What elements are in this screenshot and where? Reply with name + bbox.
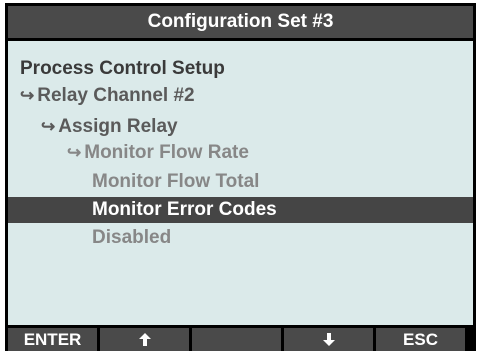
- down-arrow-icon: [322, 333, 335, 346]
- submenu-arrow-icon: ↪: [41, 117, 56, 136]
- menu-root[interactable]: Process Control Setup: [8, 56, 473, 82]
- menu-root-label: Process Control Setup: [20, 58, 225, 79]
- menu-level2[interactable]: ↪ Assign Relay: [8, 114, 473, 140]
- menu-screen: Process Control Setup ↪ Relay Channel #2…: [8, 41, 473, 325]
- up-arrow-icon: [138, 333, 151, 346]
- down-softkey[interactable]: [284, 328, 373, 351]
- menu-option-label: Disabled: [92, 227, 172, 248]
- menu-option-selected[interactable]: Monitor Error Codes: [8, 197, 473, 223]
- title-bar: Configuration Set #3: [8, 6, 473, 38]
- screen-title: Configuration Set #3: [147, 11, 334, 32]
- menu-option[interactable]: Disabled: [8, 225, 473, 251]
- menu-level1-label: Relay Channel #2: [37, 85, 195, 106]
- up-softkey[interactable]: [100, 328, 189, 351]
- enter-softkey[interactable]: ENTER: [8, 328, 97, 351]
- blank-softkey[interactable]: [192, 328, 281, 351]
- submenu-arrow-icon: ↪: [67, 143, 82, 162]
- enter-softkey-label: ENTER: [23, 329, 82, 349]
- menu-option-label: Monitor Flow Total: [92, 171, 260, 192]
- menu-level3[interactable]: ↪ Monitor Flow Rate: [8, 140, 473, 166]
- softkey-bar: ENTER ESC: [8, 328, 473, 351]
- submenu-arrow-icon: ↪: [20, 86, 35, 105]
- device-frame: Configuration Set #3 Process Control Set…: [5, 3, 476, 351]
- menu-level2-label: Assign Relay: [58, 116, 178, 137]
- menu-option[interactable]: Monitor Flow Total: [8, 169, 473, 195]
- menu-level1[interactable]: ↪ Relay Channel #2: [8, 83, 473, 109]
- esc-softkey-label: ESC: [403, 329, 438, 349]
- esc-softkey[interactable]: ESC: [376, 328, 465, 351]
- menu-option-label: Monitor Error Codes: [92, 199, 277, 220]
- menu-level3-label: Monitor Flow Rate: [84, 142, 249, 163]
